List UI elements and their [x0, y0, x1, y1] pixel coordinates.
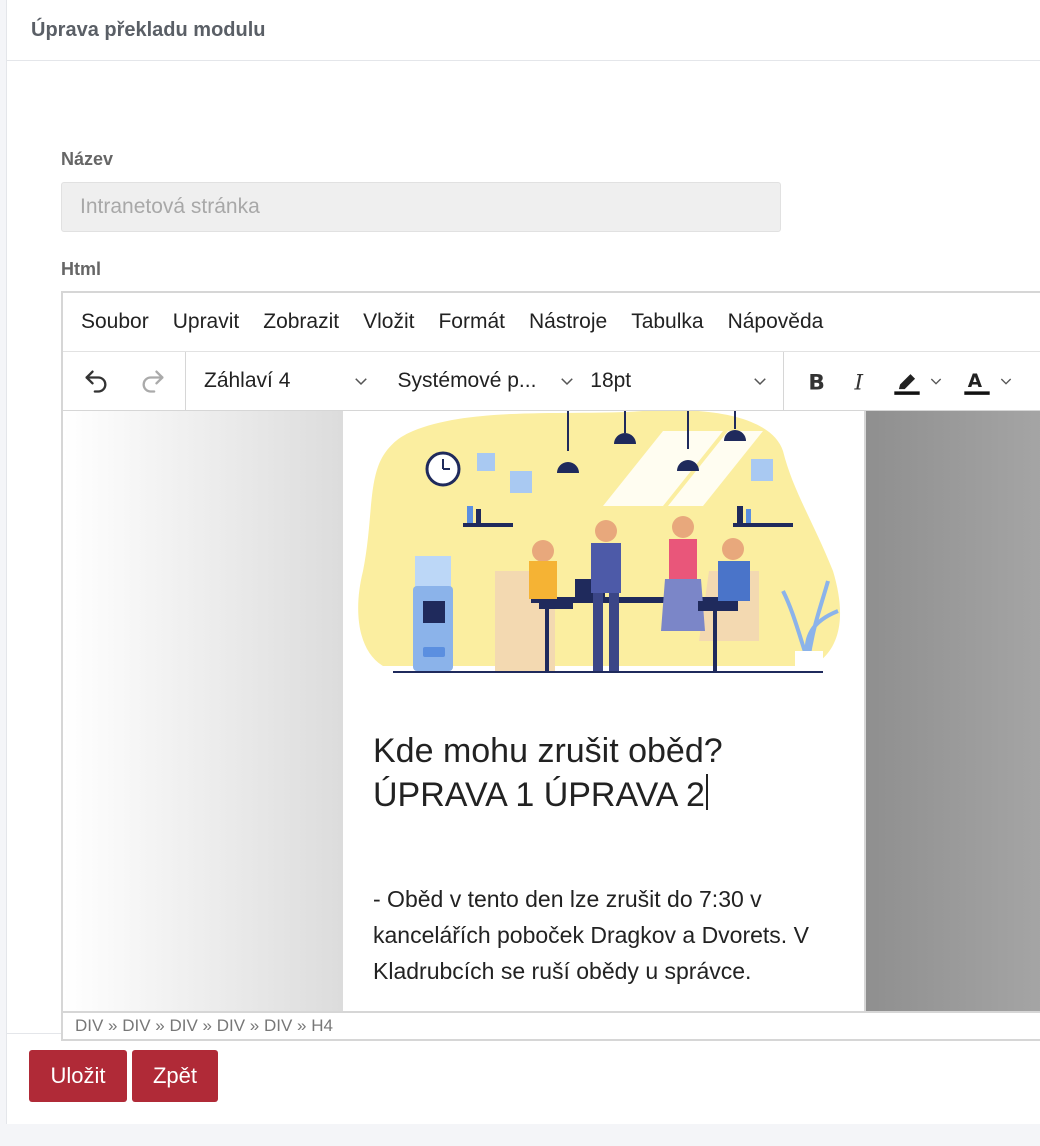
menu-view[interactable]: Zobrazit [251, 310, 351, 334]
block-format-value: Záhlaví 4 [204, 369, 291, 392]
undo-icon[interactable] [82, 352, 110, 410]
font-family-select[interactable]: Systémové p... [384, 369, 577, 393]
menu-table[interactable]: Tabulka [619, 310, 715, 334]
chevron-down-icon [930, 378, 942, 385]
document-page[interactable]: Kde mohu zrušit oběd? ÚPRAVA 1 ÚPRAVA 2 … [343, 411, 864, 1013]
text-cursor [705, 774, 708, 810]
page-title: Úprava překladu modulu [7, 0, 1040, 61]
page-footer [0, 1124, 1040, 1146]
font-size-select[interactable]: 18pt [576, 369, 783, 393]
history-group [63, 352, 186, 410]
text-color-icon[interactable]: A [962, 352, 1014, 410]
editor-content[interactable]: Kde mohu zrušit oběd? ÚPRAVA 1 ÚPRAVA 2 … [63, 411, 1040, 1013]
bold-icon[interactable]: B [804, 352, 830, 410]
name-label: Název [61, 149, 114, 169]
content-paragraph[interactable]: - Oběd v tento den lze zrušit do 7:30 v … [373, 881, 853, 989]
html-label: Html [61, 259, 101, 279]
content-heading[interactable]: Kde mohu zrušit oběd? ÚPRAVA 1 ÚPRAVA 2 [373, 729, 833, 817]
menu-insert[interactable]: Vložit [351, 310, 426, 334]
element-path: DIV » DIV » DIV » DIV » DIV » H4 [63, 1011, 1040, 1039]
menu-edit[interactable]: Upravit [161, 310, 252, 334]
menu-file[interactable]: Soubor [69, 310, 161, 334]
content-background-right [864, 411, 1040, 1013]
font-family-value: Systémové p... [397, 369, 537, 392]
chevron-down-icon [1000, 378, 1012, 385]
name-input[interactable] [61, 182, 781, 232]
menu-format[interactable]: Formát [426, 310, 517, 334]
text-style-group: B I A [784, 352, 1014, 410]
content-background-left [63, 411, 343, 1013]
form-body: Název Html Soubor Upravit Zobrazit Vloži… [7, 61, 1040, 1041]
office-illustration [358, 411, 840, 673]
editor-toolbar: Záhlaví 4 Systémové p... 18pt B I A [63, 352, 1040, 411]
menu-tools[interactable]: Nástroje [517, 310, 619, 334]
back-button[interactable]: Zpět [132, 1050, 218, 1102]
block-format-select[interactable]: Záhlaví 4 [204, 369, 384, 393]
svg-text:A: A [968, 371, 983, 392]
save-button[interactable]: Uložit [29, 1050, 127, 1102]
content-heading-text: Kde mohu zrušit oběd? ÚPRAVA 1 ÚPRAVA 2 [373, 732, 723, 814]
svg-text:B: B [808, 371, 825, 395]
chevron-down-icon [561, 378, 574, 386]
highlight-color-icon[interactable] [892, 352, 944, 410]
format-group: Záhlaví 4 Systémové p... 18pt [186, 352, 784, 410]
svg-text:I: I [854, 371, 864, 395]
chevron-down-icon [754, 378, 766, 386]
editor-menubar: Soubor Upravit Zobrazit Vložit Formát Ná… [63, 293, 1040, 352]
edit-card: Úprava překladu modulu Název Html Soubor… [6, 0, 1040, 1124]
italic-icon[interactable]: I [848, 352, 874, 410]
redo-icon[interactable] [139, 352, 167, 410]
font-size-value: 18pt [590, 369, 632, 392]
menu-help[interactable]: Nápověda [716, 310, 836, 334]
rich-text-editor: Soubor Upravit Zobrazit Vložit Formát Ná… [61, 291, 1040, 1041]
chevron-down-icon [354, 378, 367, 386]
